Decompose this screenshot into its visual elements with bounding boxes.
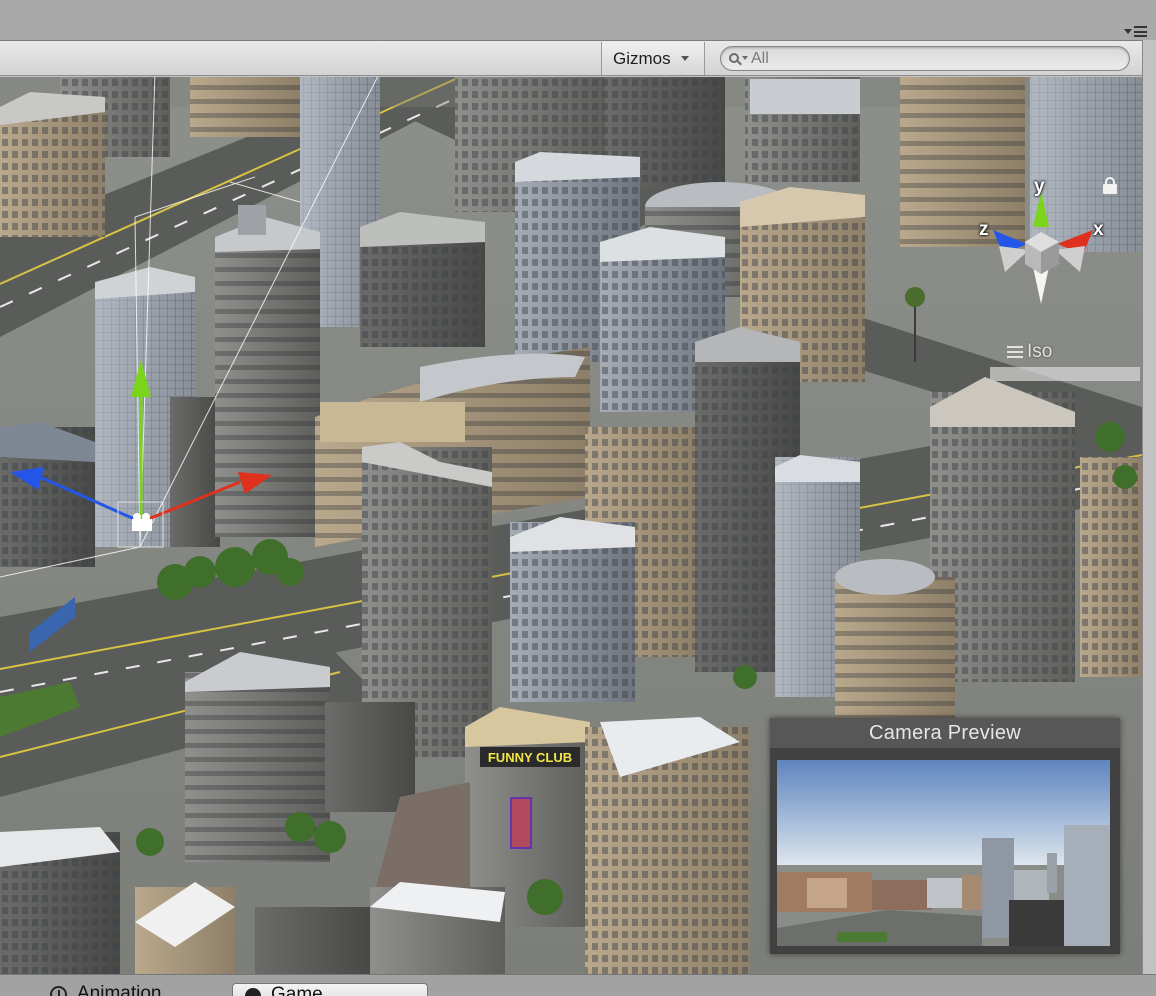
window-right-edge bbox=[1142, 40, 1156, 974]
projection-toggle[interactable]: Iso bbox=[1007, 341, 1052, 363]
game-icon bbox=[245, 988, 261, 996]
camera-preview-image bbox=[777, 760, 1110, 946]
axis-x-label[interactable]: x bbox=[1093, 219, 1104, 241]
scene-toolbar: Gizmos bbox=[0, 40, 1142, 76]
axis-y-label[interactable]: y bbox=[1034, 176, 1045, 198]
lock-icon[interactable] bbox=[1103, 177, 1117, 194]
tab-animation-label: Animation bbox=[77, 983, 162, 996]
gizmos-dropdown[interactable]: Gizmos bbox=[601, 42, 705, 75]
club-sign: FUNNY CLUB bbox=[488, 750, 572, 765]
tab-game-label: Game bbox=[271, 984, 323, 996]
tab-game[interactable]: Game bbox=[232, 983, 428, 996]
gizmos-label: Gizmos bbox=[613, 48, 671, 68]
menu-lines-icon bbox=[1007, 346, 1023, 358]
search-icon[interactable] bbox=[729, 51, 751, 67]
window-top-strip bbox=[0, 0, 1156, 40]
bottom-tab-bar: Animation Game bbox=[0, 974, 1156, 996]
tab-animation[interactable]: Animation bbox=[38, 983, 223, 996]
panel-menu-icon[interactable] bbox=[1124, 25, 1148, 39]
orientation-gizmo[interactable]: y x z bbox=[975, 172, 1110, 317]
chevron-down-icon bbox=[680, 56, 689, 61]
camera-preview-panel: Camera Preview bbox=[770, 718, 1120, 954]
projection-label: Iso bbox=[1027, 341, 1053, 362]
hierarchy-search[interactable] bbox=[720, 46, 1130, 71]
unity-scene-window: Gizmos All FUNNY CLUB y x z Iso Camera P… bbox=[0, 0, 1156, 996]
camera-preview-title: Camera Preview bbox=[770, 718, 1120, 748]
clock-icon bbox=[50, 986, 67, 996]
axis-z-label[interactable]: z bbox=[979, 219, 989, 241]
search-input[interactable] bbox=[751, 49, 1111, 68]
